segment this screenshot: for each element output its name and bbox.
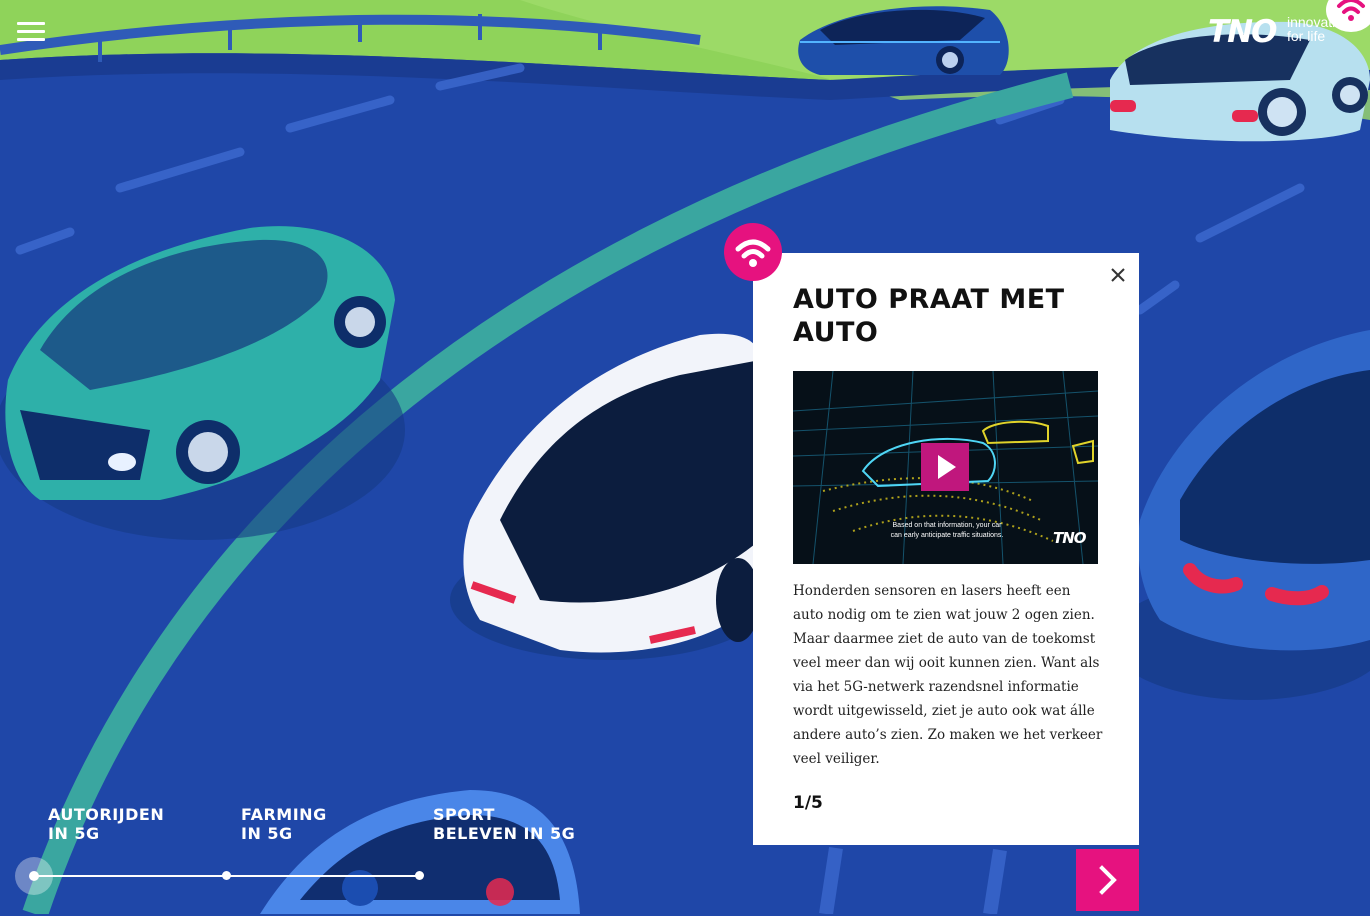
timeline-item-autorijden[interactable]: AUTORIJDEN IN 5G <box>48 805 164 843</box>
timeline-label-line-1: FARMING <box>241 805 327 824</box>
popup-title: AUTO PRAAT MET AUTO <box>793 284 1065 348</box>
timeline-dot[interactable] <box>222 871 231 880</box>
timeline-label-line-2: IN 5G <box>48 824 100 843</box>
timeline-dot[interactable] <box>415 871 424 880</box>
timeline-label-line-2: BELEVEN IN 5G <box>433 824 576 843</box>
info-popup: AUTO PRAAT MET AUTO Based on that inform… <box>753 253 1139 845</box>
wifi-icon <box>724 223 782 281</box>
popup-body-text: Honderden sensoren en lasers heeft een a… <box>793 583 1103 767</box>
wifi-icon[interactable] <box>1326 0 1370 32</box>
timeline-item-farming[interactable]: FARMING IN 5G <box>241 805 327 843</box>
timeline-label-line-1: SPORT <box>433 805 495 824</box>
logo-mark: TNO <box>1208 14 1277 50</box>
road-scene-illustration <box>0 0 1370 914</box>
chevron-right-icon <box>1099 865 1117 895</box>
hamburger-menu-icon[interactable] <box>17 22 45 42</box>
next-button[interactable] <box>1076 849 1139 911</box>
timeline-dot-active[interactable] <box>15 857 53 895</box>
play-icon[interactable] <box>921 443 969 491</box>
video-player[interactable]: Based on that information, your car can … <box>793 371 1098 564</box>
video-caption: Based on that information, your car can … <box>890 522 1004 539</box>
timeline-label-line-2: IN 5G <box>241 824 293 843</box>
slide-counter: 1/5 <box>793 793 823 813</box>
timeline-item-sport[interactable]: SPORT BELEVEN IN 5G <box>433 805 575 843</box>
video-logo: TNO <box>1053 529 1087 547</box>
close-icon[interactable] <box>1108 265 1128 285</box>
timeline-label-line-1: AUTORIJDEN <box>48 805 165 824</box>
